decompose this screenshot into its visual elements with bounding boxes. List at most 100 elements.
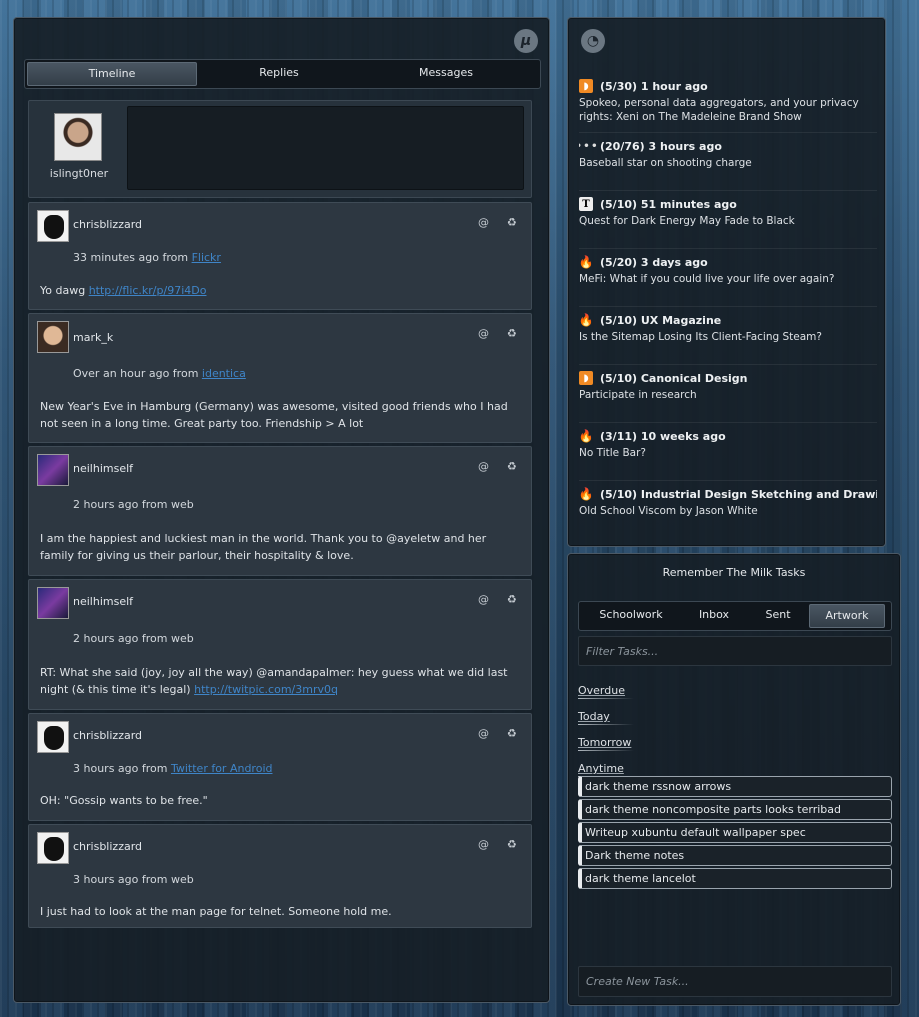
fire-icon: 🔥 bbox=[579, 313, 594, 327]
tweet-item: mark_k @ ♻ Over an hour ago from identic… bbox=[28, 313, 532, 443]
avatar[interactable] bbox=[37, 210, 69, 242]
reply-icon[interactable]: @ bbox=[478, 216, 489, 229]
tab-sent[interactable]: Sent bbox=[747, 604, 809, 628]
tweet-link[interactable]: http://twitpic.com/3mrv0q bbox=[194, 683, 338, 696]
rss-item-head: ◗ (5/10) Canonical Design bbox=[579, 371, 877, 385]
tweet-body: OH: "Gossip wants to be free." bbox=[40, 792, 521, 809]
tweet-item: chrisblizzard @ ♻ 3 hours ago from web I… bbox=[28, 824, 532, 928]
source-link[interactable]: Twitter for Android bbox=[171, 762, 273, 775]
reply-icon[interactable]: @ bbox=[478, 593, 489, 606]
retweet-icon[interactable]: ♻ bbox=[507, 593, 517, 606]
retweet-icon[interactable]: ♻ bbox=[507, 327, 517, 340]
tweet-body: RT: What she said (joy, joy all the way)… bbox=[40, 664, 521, 698]
tab-artwork[interactable]: Artwork bbox=[809, 604, 885, 628]
rss-item[interactable]: ◗ (5/10) Canonical Design Participate in … bbox=[579, 365, 877, 423]
tweet-username[interactable]: neilhimself bbox=[73, 595, 133, 608]
twitter-tabbar: Timeline Replies Messages bbox=[24, 59, 541, 89]
rtm-title: Remember The Milk Tasks bbox=[662, 566, 806, 579]
dots-feed-icon: • • • bbox=[579, 140, 598, 152]
group-tomorrow[interactable]: Tomorrow bbox=[578, 736, 635, 751]
task-item[interactable]: Writeup xubuntu default wallpaper spec bbox=[578, 822, 892, 843]
rss-item-title: (5/10) 51 minutes ago bbox=[600, 197, 737, 211]
tweet-text: OH: "Gossip wants to be free." bbox=[40, 794, 208, 807]
rss-item-head: • • •(20/76) 3 hours ago bbox=[579, 139, 877, 153]
rss-item-head: ◗ (5/30) 1 hour ago bbox=[579, 79, 877, 93]
reply-icon[interactable]: @ bbox=[478, 327, 489, 340]
rss-item-head: 🔥 (5/20) 3 days ago bbox=[579, 255, 877, 269]
tweet-body: I am the happiest and luckiest man in th… bbox=[40, 530, 521, 564]
tweet-item: chrisblizzard @ ♻ 3 hours ago from Twitt… bbox=[28, 713, 532, 821]
tab-replies[interactable]: Replies bbox=[197, 62, 361, 86]
tweet-time: 2 hours ago from web bbox=[73, 632, 194, 645]
tweet-username[interactable]: chrisblizzard bbox=[73, 840, 142, 853]
task-item[interactable]: Dark theme notes bbox=[578, 845, 892, 866]
twitter-panel: µ Timeline Replies Messages islingt0ner … bbox=[13, 17, 550, 1003]
tweet-username[interactable]: mark_k bbox=[73, 331, 113, 344]
task-item[interactable]: dark theme rssnow arrows bbox=[578, 776, 892, 797]
task-item[interactable]: dark theme lancelot bbox=[578, 868, 892, 889]
timeline-feed: chrisblizzard @ ♻ 33 minutes ago from Fl… bbox=[28, 202, 532, 931]
rss-item[interactable]: 🔥 (5/20) 3 days ago MeFi: What if you cou… bbox=[579, 249, 877, 307]
tweet-time: 33 minutes ago from bbox=[73, 251, 192, 264]
compose-input[interactable] bbox=[127, 106, 524, 190]
rss-item-body: Baseball star on shooting charge bbox=[579, 157, 752, 169]
nyt-icon: T bbox=[579, 197, 593, 211]
reply-icon[interactable]: @ bbox=[478, 727, 489, 740]
filter-tasks-input[interactable] bbox=[578, 636, 892, 666]
group-anytime[interactable]: Anytime bbox=[578, 762, 634, 777]
rss-item[interactable]: T (5/10) 51 minutes ago Quest for Dark En… bbox=[579, 191, 877, 249]
rss-item[interactable]: • • •(20/76) 3 hours ago Baseball star o… bbox=[579, 133, 877, 191]
my-avatar[interactable] bbox=[54, 113, 102, 161]
rss-item-title: (3/11) 10 weeks ago bbox=[600, 429, 726, 443]
tweet-link[interactable]: http://flic.kr/p/97i4Do bbox=[89, 284, 207, 297]
reply-icon[interactable]: @ bbox=[478, 838, 489, 851]
rss-item[interactable]: 🔥 (5/10) UX Magazine Is the Sitemap Losin… bbox=[579, 307, 877, 365]
avatar[interactable] bbox=[37, 321, 69, 353]
rss-item-body: Participate in research bbox=[579, 389, 697, 401]
tweet-text: I am the happiest and luckiest man in th… bbox=[40, 532, 487, 562]
group-overdue[interactable]: Overdue bbox=[578, 684, 634, 699]
retweet-icon[interactable]: ♻ bbox=[507, 216, 517, 229]
rss-item-body: Spokeo, personal data aggregators, and y… bbox=[579, 97, 859, 123]
retweet-icon[interactable]: ♻ bbox=[507, 838, 517, 851]
tweet-time: 3 hours ago from web bbox=[73, 873, 194, 886]
rss-item[interactable]: 🔥 (3/11) 10 weeks ago No Title Bar? bbox=[579, 423, 877, 481]
rss-item-title: (5/20) 3 days ago bbox=[600, 255, 708, 269]
source-link[interactable]: Flickr bbox=[192, 251, 221, 264]
avatar[interactable] bbox=[37, 587, 69, 619]
tab-inbox[interactable]: Inbox bbox=[681, 604, 747, 628]
rss-icon: ◗ bbox=[579, 371, 593, 385]
tweet-composer: islingt0ner bbox=[28, 100, 532, 198]
avatar[interactable] bbox=[37, 832, 69, 864]
tweet-meta: Over an hour ago from identica bbox=[73, 367, 246, 380]
rss-item[interactable]: ◗ (5/30) 1 hour ago Spokeo, personal data… bbox=[579, 77, 877, 133]
rss-item-body: Is the Sitemap Losing Its Client-Facing … bbox=[579, 331, 822, 343]
task-list: dark theme rssnow arrows dark theme nonc… bbox=[578, 776, 892, 891]
rss-item-title: (5/30) 1 hour ago bbox=[600, 79, 708, 93]
tweet-username[interactable]: chrisblizzard bbox=[73, 729, 142, 742]
my-username: islingt0ner bbox=[49, 167, 109, 180]
retweet-icon[interactable]: ♻ bbox=[507, 727, 517, 740]
rss-item-head: 🔥 (3/11) 10 weeks ago bbox=[579, 429, 877, 443]
tab-messages[interactable]: Messages bbox=[361, 62, 531, 86]
rss-item-body: Quest for Dark Energy May Fade to Black bbox=[579, 215, 795, 227]
avatar[interactable] bbox=[37, 454, 69, 486]
rss-item-title: (5/10) UX Magazine bbox=[600, 313, 722, 327]
tab-schoolwork[interactable]: Schoolwork bbox=[581, 604, 681, 628]
avatar[interactable] bbox=[37, 721, 69, 753]
tweet-username[interactable]: neilhimself bbox=[73, 462, 133, 475]
source-link[interactable]: identica bbox=[202, 367, 246, 380]
fire-icon: 🔥 bbox=[579, 429, 594, 443]
tweet-username[interactable]: chrisblizzard bbox=[73, 218, 142, 231]
new-task-input[interactable] bbox=[578, 966, 892, 997]
group-today[interactable]: Today bbox=[578, 710, 634, 725]
gwibber-logo-icon: µ bbox=[514, 29, 538, 53]
reply-icon[interactable]: @ bbox=[478, 460, 489, 473]
tweet-item: chrisblizzard @ ♻ 33 minutes ago from Fl… bbox=[28, 202, 532, 310]
tweet-text: New Year's Eve in Hamburg (Germany) was … bbox=[40, 400, 508, 430]
rss-item[interactable]: 🔥 (5/10) Industrial Design Sketching and … bbox=[579, 481, 877, 537]
tab-timeline[interactable]: Timeline bbox=[27, 62, 197, 86]
task-item[interactable]: dark theme noncomposite parts looks terr… bbox=[578, 799, 892, 820]
retweet-icon[interactable]: ♻ bbox=[507, 460, 517, 473]
rss-item-list: ◗ (5/30) 1 hour ago Spokeo, personal data… bbox=[579, 77, 877, 537]
